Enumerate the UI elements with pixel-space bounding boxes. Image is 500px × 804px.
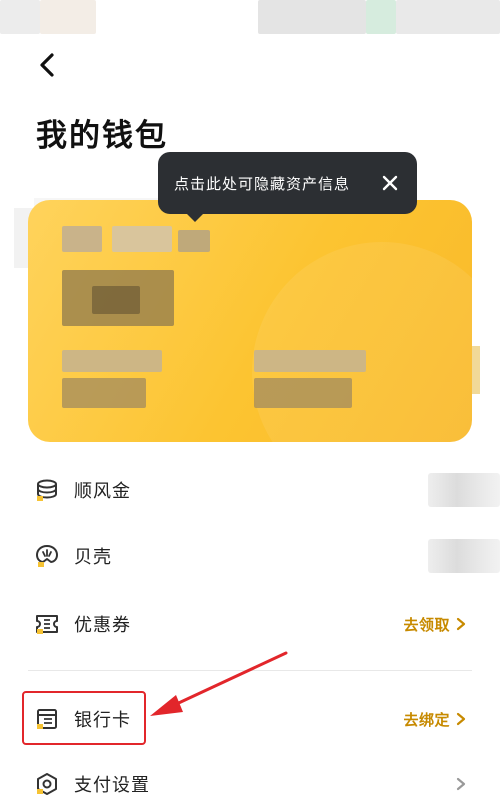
annotation-highlight-box (22, 691, 146, 745)
list-item-label: 支付设置 (74, 775, 150, 796)
chevron-right-icon (456, 617, 466, 631)
bankcard-action[interactable]: 去绑定 (403, 709, 466, 730)
coupon-action[interactable]: 去领取 (403, 614, 466, 635)
claim-link[interactable]: 去领取 (403, 614, 450, 635)
chevron-right-icon (456, 712, 466, 726)
list-item-label: 顺风金 (74, 481, 131, 502)
list-item-beike[interactable]: 贝壳 (28, 526, 500, 586)
card-decoration (252, 242, 472, 442)
close-icon[interactable] (381, 174, 399, 192)
blurred-value (62, 378, 146, 408)
payment-settings-chevron[interactable] (450, 777, 466, 791)
blurred-text (178, 230, 210, 252)
chevron-right-icon (456, 777, 466, 791)
status-blur (40, 0, 96, 34)
bind-link[interactable]: 去绑定 (403, 709, 450, 730)
list-item-coupon[interactable]: 优惠券 去领取 (28, 594, 472, 654)
tooltip-text: 点击此处可隐藏资产信息 (174, 174, 351, 193)
status-blur (396, 0, 500, 34)
list-item-label: 优惠券 (74, 615, 131, 636)
blurred-value (428, 539, 500, 573)
blurred-value (254, 378, 352, 408)
list-item-label: 贝壳 (74, 547, 112, 568)
status-blur (0, 0, 40, 34)
coin-stack-icon (34, 477, 60, 503)
section-divider (28, 670, 472, 671)
list-item-shunfengjin[interactable]: 顺风金 (28, 460, 500, 520)
shell-icon (34, 543, 60, 569)
blurred-text (62, 350, 162, 372)
status-blur (366, 0, 396, 34)
blurred-text (112, 226, 172, 252)
payment-settings-icon (34, 771, 60, 797)
hide-assets-tooltip[interactable]: 点击此处可隐藏资产信息 (158, 152, 417, 222)
blurred-text (62, 226, 102, 252)
blurred-amount (92, 286, 140, 314)
list-item-payment-settings[interactable]: 支付设置 (28, 754, 472, 804)
ticket-icon (34, 611, 60, 637)
blurred-text (254, 350, 366, 372)
status-bar (0, 0, 500, 34)
status-blur (258, 0, 366, 34)
page-title: 我的钱包 (36, 118, 168, 154)
back-button[interactable] (30, 46, 64, 84)
wallet-asset-card[interactable] (28, 200, 472, 442)
blurred-value (428, 473, 500, 507)
chevron-left-icon (40, 53, 54, 77)
